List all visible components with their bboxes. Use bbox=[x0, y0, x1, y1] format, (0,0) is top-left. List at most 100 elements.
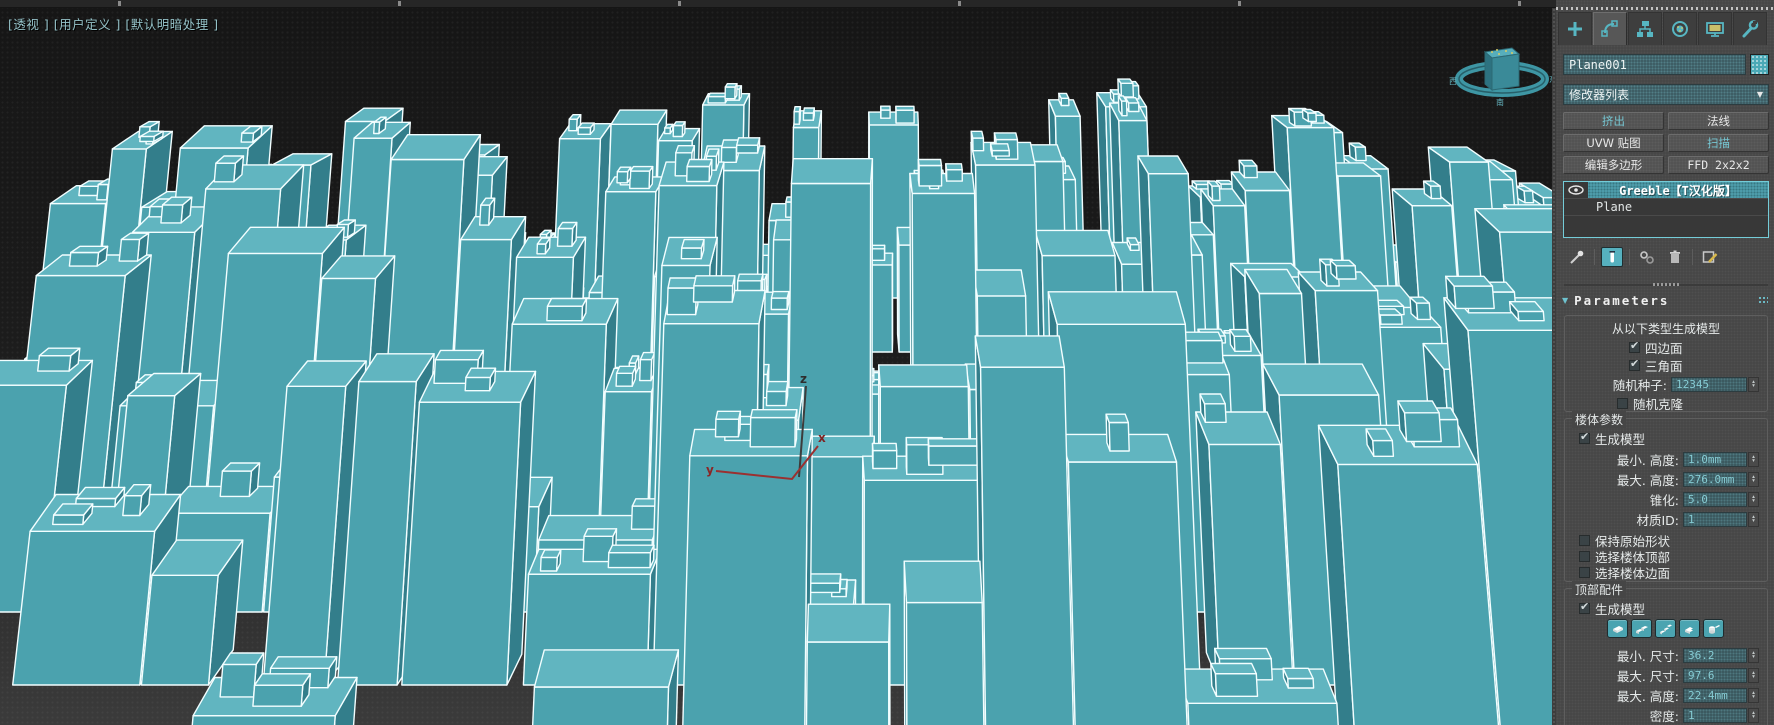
building-params-group: 楼体参数 ✔ 生成模型 最小. 高度: 1.0mm ▴ ▾ 最大. 高度: 276… bbox=[1564, 411, 1768, 582]
roof-widget-buttons bbox=[1607, 619, 1724, 638]
display-tab[interactable] bbox=[1698, 12, 1732, 45]
show-end-result-button[interactable] bbox=[1601, 247, 1623, 267]
roof-widgets-group: 顶部配件 ✔ 生成模型 最小. 尺寸: 36.2 ▴ ▾ 最大. 尺寸: 97.… bbox=[1564, 581, 1768, 725]
motion-icon bbox=[1672, 21, 1688, 37]
panel-separator-dots bbox=[1556, 7, 1774, 10]
create-tab[interactable] bbox=[1558, 12, 1592, 45]
rollout-grip-icon bbox=[1758, 296, 1768, 305]
make-unique-button[interactable] bbox=[1636, 247, 1658, 267]
edit-poly-button[interactable]: 编辑多边形 bbox=[1563, 156, 1664, 174]
triple-box-widget-icon bbox=[1659, 624, 1672, 634]
random-seed-field[interactable]: 12345 bbox=[1671, 376, 1747, 392]
xy-axis-lines[interactable] bbox=[715, 445, 819, 481]
l-shape-widget-icon bbox=[1684, 626, 1693, 634]
cylinder-widget-icon bbox=[1708, 624, 1720, 634]
cylinder-widget-button[interactable] bbox=[1703, 619, 1724, 638]
normal-button[interactable]: 法线 bbox=[1668, 112, 1769, 130]
parameters-rollout-header[interactable]: ▼ Parameters bbox=[1562, 293, 1768, 308]
material-id-spinner[interactable]: ▴ ▾ bbox=[1748, 511, 1759, 527]
stack-selected-label: Greeble【T汉化版】 bbox=[1588, 182, 1768, 198]
modifier-list-label: 修改器列表 bbox=[1569, 88, 1630, 102]
configure-modifier-sets-button[interactable] bbox=[1699, 247, 1721, 267]
rollout-separator bbox=[1564, 283, 1768, 286]
material-id-field[interactable]: 1 bbox=[1683, 511, 1747, 527]
tri-faces-checkbox[interactable]: ✔ bbox=[1629, 357, 1640, 371]
random-seed-spinner[interactable]: ▴ ▾ bbox=[1748, 376, 1759, 392]
density-field[interactable]: 1 bbox=[1683, 707, 1747, 723]
l-shape-widget-button[interactable] bbox=[1679, 619, 1700, 638]
stack-item-plane[interactable]: Plane bbox=[1564, 199, 1768, 216]
compass-west-label[interactable]: 西 bbox=[1449, 77, 1457, 86]
max-height-row: 最大. 高度: 276.0mm ▴ ▾ bbox=[1617, 471, 1759, 488]
toolbar-edge bbox=[0, 0, 1556, 8]
box-widget-button[interactable] bbox=[1607, 619, 1628, 638]
taper-field[interactable]: 5.0 bbox=[1683, 491, 1747, 507]
max-size-spinner[interactable]: ▴ ▾ bbox=[1748, 667, 1759, 683]
object-color-swatch[interactable] bbox=[1750, 54, 1769, 75]
select-tops-row: ✔ 选择楼体顶部 bbox=[1579, 549, 1670, 565]
modify-tab[interactable] bbox=[1593, 12, 1627, 45]
min-size-spinner[interactable]: ▴ ▾ bbox=[1748, 647, 1759, 663]
double-box-widget-button[interactable] bbox=[1631, 619, 1652, 638]
configure-sets-icon bbox=[1702, 251, 1718, 263]
max-height-field[interactable]: 276.0mm bbox=[1683, 471, 1747, 487]
motion-tab[interactable] bbox=[1663, 12, 1697, 45]
x-axis-label: x bbox=[818, 431, 826, 445]
quad-faces-checkbox[interactable]: ✔ bbox=[1629, 339, 1640, 353]
command-panel-tabs bbox=[1558, 12, 1767, 45]
display-icon bbox=[1706, 22, 1724, 37]
create-icon bbox=[1568, 22, 1582, 36]
max-size-row: 最大. 尺寸: 97.6 ▴ ▾ bbox=[1617, 667, 1759, 684]
building-params-title: 楼体参数 bbox=[1572, 411, 1627, 428]
extrude-button[interactable]: 挤出 bbox=[1563, 112, 1664, 130]
uvw-map-button[interactable]: UVW 贴图 bbox=[1563, 134, 1664, 152]
object-name-field[interactable]: Plane001 bbox=[1563, 54, 1746, 75]
viewcube[interactable]: 西 东 南 bbox=[0, 0, 1552, 130]
taper-spinner[interactable]: ▴ ▾ bbox=[1748, 491, 1759, 507]
3dsmax-window: y x z 西 东 南 [透视 ] [用户定义 ] [默认明暗处理 ] bbox=[0, 0, 1774, 725]
random-clone-checkbox[interactable]: ✔ bbox=[1617, 397, 1628, 409]
max-height-spinner[interactable]: ▴ ▾ bbox=[1748, 471, 1759, 487]
roof-generate-checkbox[interactable]: ✔ bbox=[1579, 600, 1590, 614]
min-size-field[interactable]: 36.2 bbox=[1683, 647, 1747, 663]
select-sides-row: ✔ 选择楼体边面 bbox=[1579, 565, 1670, 581]
hierarchy-icon bbox=[1637, 21, 1653, 37]
sweep-button[interactable]: 扫描 bbox=[1668, 134, 1769, 152]
roof-max-height-row: 最大. 高度: 22.4mm ▴ ▾ bbox=[1617, 687, 1759, 704]
triple-box-widget-button[interactable] bbox=[1655, 619, 1676, 638]
roof-widgets-title: 顶部配件 bbox=[1572, 581, 1627, 598]
compass-south-label[interactable]: 南 bbox=[1496, 97, 1504, 107]
viewcube-front-face[interactable] bbox=[1491, 53, 1520, 91]
max-size-field[interactable]: 97.6 bbox=[1683, 667, 1747, 683]
chevron-down-icon: ▼ bbox=[1756, 90, 1763, 99]
rollout-title: Parameters bbox=[1574, 293, 1670, 308]
tri-faces-row: ✔ 三角面 bbox=[1629, 356, 1683, 374]
pin-stack-button[interactable] bbox=[1566, 247, 1588, 267]
viewcube-left-face[interactable] bbox=[1484, 50, 1493, 92]
utilities-tab[interactable] bbox=[1733, 12, 1767, 45]
modifier-list-dropdown[interactable]: 修改器列表 ▼ bbox=[1563, 84, 1769, 105]
min-size-row: 最小. 尺寸: 36.2 ▴ ▾ bbox=[1617, 647, 1759, 664]
y-axis-label: y bbox=[706, 463, 714, 477]
compass-east-label[interactable]: 东 bbox=[1549, 74, 1552, 84]
stack-toolbar bbox=[1566, 246, 1768, 268]
z-axis-label: z bbox=[800, 372, 807, 386]
min-height-spinner[interactable]: ▴ ▾ bbox=[1748, 451, 1759, 467]
perspective-viewport[interactable]: y x z 西 东 南 [透视 ] [用户定义 ] [默认明暗处理 ] bbox=[0, 0, 1552, 725]
remove-modifier-button[interactable] bbox=[1664, 247, 1686, 267]
density-spinner[interactable]: ▴ ▾ bbox=[1748, 707, 1759, 723]
visibility-eye-icon[interactable] bbox=[1564, 185, 1588, 195]
hierarchy-tab[interactable] bbox=[1628, 12, 1662, 45]
roof-max-height-spinner[interactable]: ▴ ▾ bbox=[1748, 687, 1759, 703]
stack-item-greeble[interactable]: Greeble【T汉化版】 bbox=[1564, 182, 1768, 199]
keep-original-shape-checkbox[interactable]: ✔ bbox=[1579, 534, 1590, 546]
taper-row: 锥化: 5.0 ▴ ▾ bbox=[1650, 491, 1759, 508]
select-building-sides-checkbox[interactable]: ✔ bbox=[1579, 566, 1590, 578]
min-height-field[interactable]: 1.0mm bbox=[1683, 451, 1747, 467]
ffd-2x2x2-button[interactable]: FFD 2x2x2 bbox=[1668, 156, 1769, 174]
select-building-tops-checkbox[interactable]: ✔ bbox=[1579, 550, 1590, 562]
building-generate-checkbox[interactable]: ✔ bbox=[1579, 430, 1590, 444]
viewport-label[interactable]: [透视 ] [用户定义 ] [默认明暗处理 ] bbox=[8, 14, 219, 33]
roof-max-height-field[interactable]: 22.4mm bbox=[1683, 687, 1747, 703]
pin-icon bbox=[1570, 250, 1584, 264]
